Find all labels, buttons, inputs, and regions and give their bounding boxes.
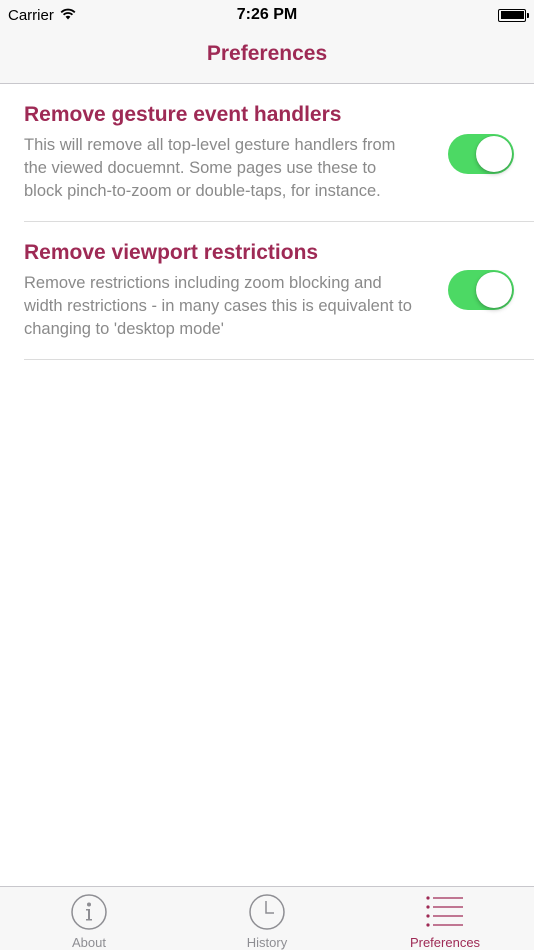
tab-history[interactable]: History: [178, 887, 356, 950]
status-time: 7:26 PM: [236, 6, 298, 23]
tab-label: Preferences: [409, 935, 481, 950]
tab-about[interactable]: About: [0, 887, 178, 950]
list-icon: [425, 893, 465, 931]
preference-description: This will remove all top-level gesture h…: [24, 136, 396, 200]
tab-bar: About History Preferences: [0, 886, 534, 950]
info-icon: [69, 893, 109, 931]
viewport-restrictions-toggle[interactable]: [448, 270, 514, 310]
toggle-knob: [476, 272, 512, 308]
preference-row-viewport-restrictions: Remove viewport restrictions Remove rest…: [24, 222, 534, 360]
status-bar: Carrier 7:26 PM: [0, 0, 534, 30]
tab-label: History: [246, 935, 288, 950]
gesture-handlers-toggle[interactable]: [448, 134, 514, 174]
screen: Preferences Carrier 7:26 PM Remove gestu…: [0, 0, 534, 950]
clock-icon: [247, 893, 287, 931]
preferences-list: Remove gesture event handlers This will …: [0, 84, 534, 360]
preference-description: Remove restrictions including zoom block…: [24, 274, 412, 338]
battery-icon: [498, 8, 529, 22]
toggle-knob: [476, 136, 512, 172]
page-title: Preferences: [206, 42, 328, 65]
preference-title: Remove viewport restrictions: [24, 241, 319, 264]
preference-row-gesture-handlers: Remove gesture event handlers This will …: [24, 84, 534, 222]
preference-title: Remove gesture event handlers: [24, 103, 342, 126]
tab-preferences[interactable]: Preferences: [356, 887, 534, 950]
tab-label: About: [72, 935, 106, 950]
